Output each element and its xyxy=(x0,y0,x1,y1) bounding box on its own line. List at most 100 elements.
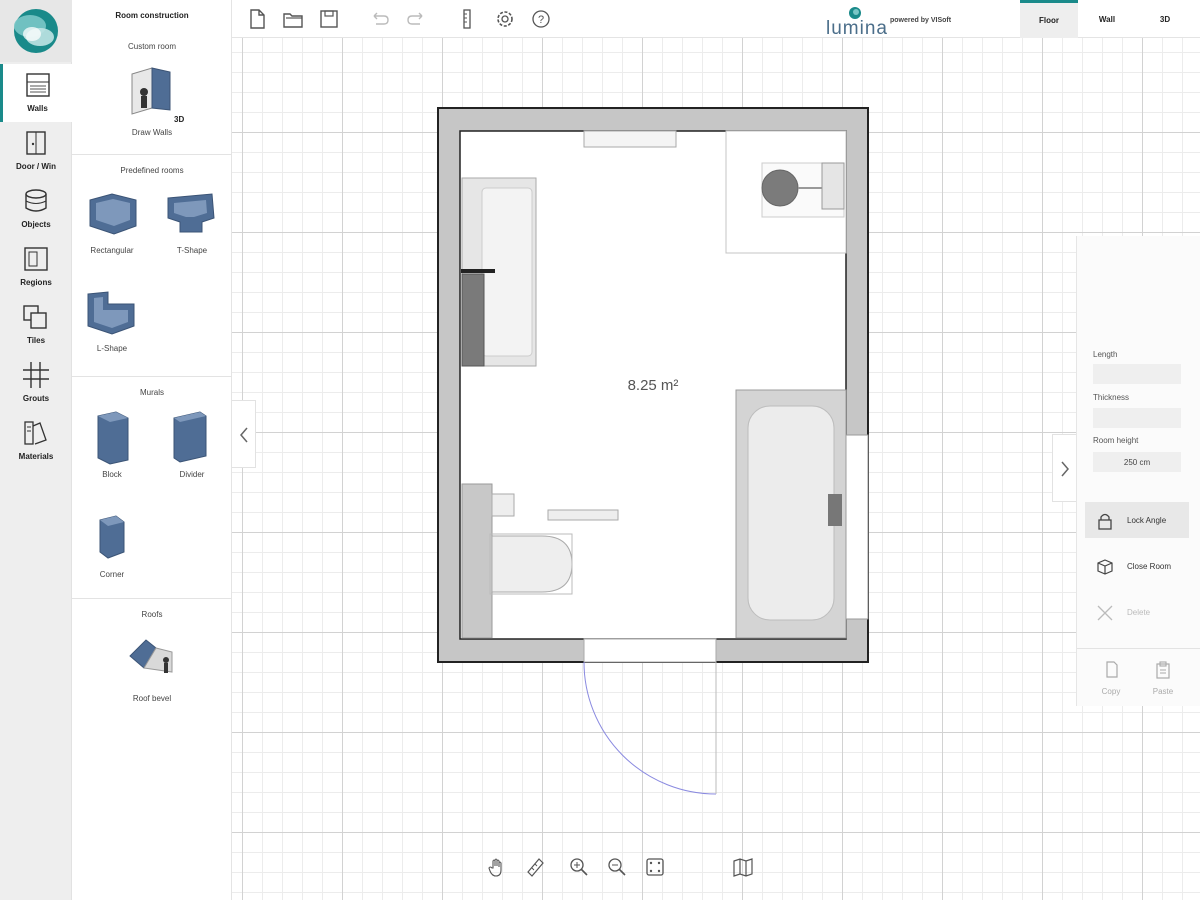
app-logo[interactable] xyxy=(0,0,72,62)
walls-icon xyxy=(26,73,50,97)
section-predefined-title: Predefined rooms xyxy=(120,166,184,175)
l-shape-room-label: L-Shape xyxy=(96,344,128,353)
rail-item-label: Tiles xyxy=(26,336,46,345)
divider xyxy=(72,154,232,155)
room-height-field[interactable] xyxy=(1093,452,1181,472)
room-height-label: Room height xyxy=(1093,436,1139,445)
divider xyxy=(72,598,232,599)
shower-head[interactable] xyxy=(761,169,799,207)
close-room-button[interactable]: Close Room xyxy=(1085,548,1189,584)
lock-angle-label: Lock Angle xyxy=(1127,516,1167,525)
corner-mural-label: Corner xyxy=(99,570,125,579)
fit-view-icon[interactable] xyxy=(644,856,666,878)
section-murals-title: Murals xyxy=(139,388,164,397)
redo-icon[interactable] xyxy=(406,8,428,30)
zoom-in-icon[interactable] xyxy=(568,856,590,878)
help-icon[interactable]: ? xyxy=(530,8,552,30)
rail-item-regions[interactable]: Regions xyxy=(0,238,72,296)
tab-wall[interactable]: Wall xyxy=(1078,0,1136,38)
tab-floor[interactable]: Floor xyxy=(1020,0,1078,38)
top-toolbar: ? lumina powered by VISoft Floor Wall 3D xyxy=(232,0,1200,39)
paste-button[interactable]: Paste xyxy=(1143,660,1183,696)
l-shape-room-item[interactable]: L-Shape xyxy=(76,284,148,353)
chevron-right-icon xyxy=(1061,461,1069,477)
save-icon[interactable] xyxy=(318,8,340,30)
zoom-out-icon[interactable] xyxy=(606,856,628,878)
divider-mural-label: Divider xyxy=(179,470,205,479)
rail-item-tiles[interactable]: Tiles xyxy=(0,296,72,354)
door-window-icon xyxy=(26,131,46,155)
bathtub-faucet[interactable] xyxy=(828,494,842,526)
wc-bowl[interactable] xyxy=(491,535,573,593)
catalogue-panel: Room construction Custom room 3D Draw Wa… xyxy=(72,0,232,900)
section-custom-room-title: Custom room xyxy=(127,42,176,51)
vanity-handle xyxy=(461,269,495,273)
chevron-left-icon xyxy=(240,427,248,443)
new-file-icon[interactable] xyxy=(246,8,268,30)
door-swing xyxy=(583,661,717,795)
block-mural-label: Block xyxy=(102,470,122,479)
category-rail: Walls Door / Win Objects Regions Tiles G… xyxy=(0,0,72,900)
close-room-label: Close Room xyxy=(1127,562,1172,571)
powered-by: powered by VISoft xyxy=(890,17,952,24)
rail-item-grouts[interactable]: Grouts xyxy=(0,354,72,412)
brand-name: lumina xyxy=(826,18,888,39)
length-label: Length xyxy=(1093,350,1118,359)
divider xyxy=(72,376,232,377)
copy-label: Copy xyxy=(1101,687,1121,696)
measure-icon[interactable] xyxy=(456,8,478,30)
wc-cistern[interactable] xyxy=(491,493,515,517)
bathtub-basin xyxy=(747,405,835,621)
towel-rail-top[interactable] xyxy=(583,130,677,148)
collapse-left-panel-button[interactable] xyxy=(232,400,256,468)
settings-icon[interactable] xyxy=(494,8,516,30)
properties-panel: Length Thickness Room height Lock Angle … xyxy=(1076,236,1200,706)
expand-right-panel-button[interactable] xyxy=(1052,434,1076,502)
mirror-cabinet[interactable] xyxy=(461,273,485,367)
map-icon[interactable] xyxy=(732,856,754,878)
tiles-icon xyxy=(23,305,47,329)
t-shape-room-item[interactable]: T-Shape xyxy=(156,186,228,255)
lock-angle-button[interactable]: Lock Angle xyxy=(1085,502,1189,538)
ruler-icon[interactable] xyxy=(524,856,546,878)
wc-wall-box[interactable] xyxy=(461,483,493,639)
thickness-field[interactable] xyxy=(1093,408,1181,428)
pan-hand-icon[interactable] xyxy=(486,856,508,878)
paste-icon xyxy=(1156,661,1170,679)
rail-item-label: Grouts xyxy=(22,394,50,403)
objects-icon xyxy=(25,189,47,212)
close-icon xyxy=(1097,605,1113,621)
rectangular-room-icon xyxy=(89,193,137,235)
svg-text:?: ? xyxy=(538,14,544,26)
shower-valve[interactable] xyxy=(821,162,845,210)
undo-icon[interactable] xyxy=(368,8,390,30)
delete-label: Delete xyxy=(1127,608,1151,617)
copy-button[interactable]: Copy xyxy=(1091,660,1131,696)
block-mural-item[interactable]: Block xyxy=(76,406,148,479)
rail-item-walls[interactable]: Walls xyxy=(0,64,72,122)
lock-icon xyxy=(1098,513,1112,530)
rail-item-door-win[interactable]: Door / Win xyxy=(0,122,72,180)
panel-title: Room construction xyxy=(115,11,189,20)
window-opening[interactable] xyxy=(845,434,869,620)
room-area-label: 8.25 m² xyxy=(628,377,679,394)
logo-icon xyxy=(14,9,58,53)
length-field[interactable] xyxy=(1093,364,1181,384)
delete-button[interactable]: Delete xyxy=(1085,594,1189,630)
roof-bevel-item[interactable]: Roof bevel xyxy=(116,630,188,703)
rail-item-label: Objects xyxy=(21,220,51,229)
block-mural-icon xyxy=(97,411,129,465)
door-opening[interactable] xyxy=(583,638,717,663)
divider xyxy=(1077,648,1200,649)
tab-3d[interactable]: 3D xyxy=(1136,0,1194,38)
rectangular-room-item[interactable]: Rectangular xyxy=(76,186,148,255)
rail-item-materials[interactable]: Materials xyxy=(0,412,72,470)
toilet-paper-rail[interactable] xyxy=(547,509,619,521)
thickness-label: Thickness xyxy=(1093,393,1130,402)
divider-mural-item[interactable]: Divider xyxy=(156,406,228,479)
rail-item-objects[interactable]: Objects xyxy=(0,180,72,238)
open-folder-icon[interactable] xyxy=(282,8,304,30)
corner-mural-item[interactable]: Corner xyxy=(76,506,148,579)
draw-walls-item[interactable]: 3D Draw Walls xyxy=(116,62,188,137)
draw-walls-icon: 3D xyxy=(131,67,184,124)
